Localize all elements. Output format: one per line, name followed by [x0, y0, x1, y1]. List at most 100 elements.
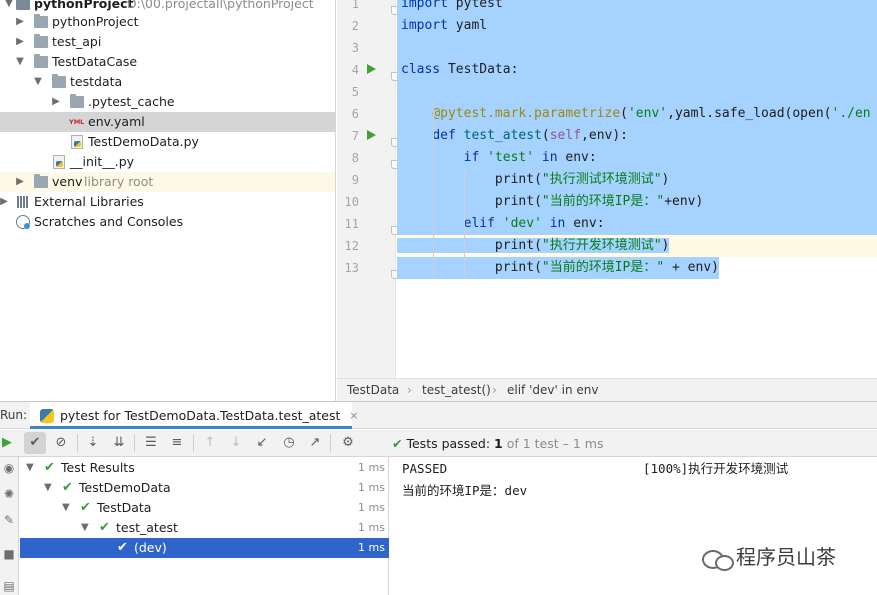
python-file-icon — [71, 135, 83, 149]
chevron-right-icon[interactable]: ▶ — [15, 12, 25, 32]
chevron-right-icon[interactable]: ▶ — [0, 192, 9, 212]
breadcrumb-item[interactable]: elif 'dev' in env — [507, 379, 598, 401]
tree-item-testdata[interactable]: ▼ testdata — [0, 72, 335, 92]
chevron-right-icon[interactable]: ▶ — [15, 172, 25, 192]
run-configuration-tab[interactable]: pytest for TestDemoData.TestData.test_at… — [30, 402, 358, 429]
chevron-down-icon[interactable]: ▼ — [81, 518, 89, 538]
console-output[interactable]: PASSED [100%]执行开发环境测试 当前的环境IP是：dev — [390, 457, 877, 595]
run-side-toolbar: ◉ ✺ ✎ ■ ▤ — [0, 457, 19, 595]
chevron-right-icon[interactable]: ▶ — [15, 32, 25, 52]
code-line-5 — [397, 81, 877, 103]
console-line: [100%]执行开发环境测试 — [643, 461, 789, 476]
indent-guide — [464, 169, 465, 279]
close-icon[interactable]: × — [349, 402, 358, 429]
test-row-selected[interactable]: ✔ (dev) 1 ms — [20, 538, 389, 558]
toolbar-separator — [193, 434, 194, 452]
test-name: Test Results — [61, 460, 135, 475]
breadcrumb-item[interactable]: test_atest() — [422, 379, 491, 401]
folder-icon — [34, 174, 48, 188]
run-tab-title: pytest for TestDemoData.TestData.test_at… — [60, 408, 341, 423]
line-number: 10 — [344, 195, 359, 209]
rerun-icon[interactable]: ▶ — [0, 432, 18, 454]
tree-item-external-libraries[interactable]: ▶ External Libraries — [0, 192, 335, 212]
test-row[interactable]: ▼ ✔ test_atest 1 ms — [20, 518, 389, 538]
bug-icon[interactable]: ✺ — [2, 487, 16, 501]
test-history-icon[interactable]: ◷ — [278, 432, 300, 454]
toolbar-separator — [77, 434, 78, 452]
python-icon — [40, 409, 54, 423]
sort-alpha-icon[interactable]: ⇣ — [82, 432, 104, 454]
check-icon: ✔ — [392, 436, 403, 451]
test-row[interactable]: ▼ ✔ TestData 1 ms — [20, 498, 389, 518]
import-tests-icon[interactable]: ↙ — [251, 432, 273, 454]
run-class-gutter-icon[interactable] — [367, 64, 376, 74]
code-line-13: print("当前的环境IP是：" + env) — [397, 257, 719, 279]
show-passed-icon[interactable]: ✔ — [24, 432, 46, 454]
next-test-icon[interactable]: ↓ — [225, 432, 247, 454]
chevron-down-icon[interactable]: ▼ — [15, 52, 25, 72]
yaml-file-icon: YML — [69, 118, 85, 126]
chevron-right-icon[interactable]: ▶ — [51, 92, 61, 112]
previous-test-icon[interactable]: ↑ — [199, 432, 221, 454]
code-line-9: print("执行测试环境测试") — [397, 169, 877, 191]
sort-duration-icon[interactable]: ⇊ — [108, 432, 130, 454]
breadcrumb: TestData › test_atest() › elif 'dev' in … — [337, 378, 877, 401]
tree-item-scratches[interactable]: Scratches and Consoles — [0, 212, 335, 232]
tree-item-init-py[interactable]: __init__.py — [0, 152, 335, 172]
export-results-icon[interactable]: ↗ — [304, 432, 326, 454]
module-folder-icon — [16, 0, 30, 10]
tree-item-label: pythonProject — [52, 14, 139, 29]
code-area[interactable]: import pytest import yaml class TestData… — [397, 0, 877, 378]
tree-item-pythonproject[interactable]: ▶ pythonProject — [0, 12, 335, 32]
tree-item-env-yaml[interactable]: YML env.yaml — [0, 112, 335, 132]
code-line-8: if 'test' in env: — [397, 147, 877, 169]
breadcrumb-item[interactable]: TestData — [347, 379, 399, 401]
tree-item-venv[interactable]: ▶ venv library root — [0, 172, 335, 192]
chevron-down-icon[interactable]: ▼ — [26, 458, 34, 478]
expand-all-icon[interactable]: ☰ — [140, 432, 162, 454]
line-number: 9 — [351, 173, 359, 187]
tree-item-test-api[interactable]: ▶ test_api — [0, 32, 335, 52]
toolbar-separator — [134, 434, 135, 452]
test-row[interactable]: ▼ ✔ Test Results 1 ms — [20, 458, 389, 478]
tree-item-testdemodata-py[interactable]: TestDemoData.py — [0, 132, 335, 152]
tree-item-label: env.yaml — [88, 114, 145, 129]
code-line-4: class TestData: — [397, 59, 877, 81]
line-number: 8 — [351, 151, 359, 165]
passed-check-icon: ✔ — [44, 460, 55, 475]
code-line-6: @pytest.mark.parametrize('env',yaml.safe… — [397, 103, 877, 125]
run-toolbar: ▶ ✔ ⊘ ⇣ ⇊ ☰ ≡ ↑ ↓ ↙ ◷ ↗ ⚙ ✔ Tests passed:… — [0, 430, 877, 457]
test-name: TestData — [97, 500, 152, 515]
status-count: 1 — [494, 436, 503, 451]
tree-item-label: Scratches and Consoles — [34, 214, 184, 229]
line-number: 4 — [351, 63, 359, 77]
test-duration: 1 ms — [358, 521, 385, 534]
breadcrumb-separator: › — [492, 383, 497, 397]
show-ignored-icon[interactable]: ⊘ — [50, 432, 72, 454]
chevron-down-icon[interactable]: ▼ — [44, 478, 52, 498]
tree-item-pytest-cache[interactable]: ▶ .pytest_cache — [0, 92, 335, 112]
tree-item-label: External Libraries — [34, 194, 144, 209]
watermark-text: 程序员山茶 — [736, 545, 836, 569]
run-test-gutter-icon[interactable] — [367, 130, 376, 140]
stop-icon[interactable]: ■ — [2, 547, 16, 561]
tree-item-label: .pytest_cache — [88, 94, 175, 109]
chevron-down-icon[interactable]: ▼ — [62, 498, 70, 518]
code-editor[interactable]: 1 2 3 4 5 6 7 8 9 10 11 12 13 import pyt… — [337, 0, 877, 378]
line-number: 7 — [351, 129, 359, 143]
test-results-tree[interactable]: ▼ ✔ Test Results 1 ms ▼ ✔ TestDemoData 1… — [20, 457, 389, 595]
run-label: Run: — [0, 408, 28, 422]
line-number: 3 — [351, 41, 359, 55]
wrench-icon[interactable]: ✎ — [2, 513, 16, 527]
debug-icon[interactable]: ◉ — [2, 461, 16, 475]
layout-icon[interactable]: ▤ — [2, 579, 16, 593]
wechat-icon — [700, 548, 736, 571]
settings-icon[interactable]: ⚙ — [337, 432, 359, 454]
tree-item-label: __init__.py — [70, 154, 135, 169]
chevron-down-icon[interactable]: ▼ — [33, 72, 43, 92]
code-line-12: print("执行开发环境测试") — [397, 235, 877, 257]
collapse-all-icon[interactable]: ≡ — [166, 432, 188, 454]
tree-item-label: test_api — [52, 34, 102, 49]
tree-item-testdatacase[interactable]: ▼ TestDataCase — [0, 52, 335, 72]
test-row[interactable]: ▼ ✔ TestDemoData 1 ms — [20, 478, 389, 498]
